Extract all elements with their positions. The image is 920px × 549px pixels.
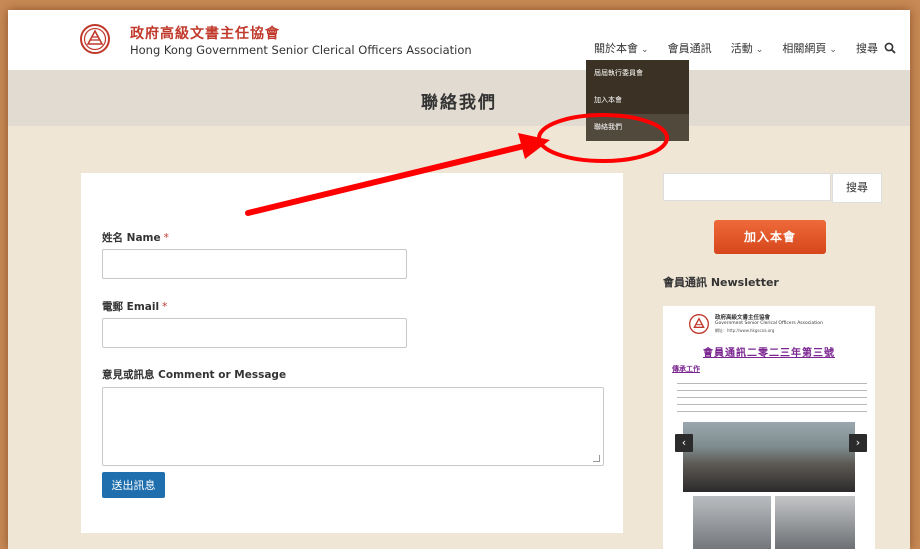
required-mark: * [163,232,169,244]
email-field-label: 電郵 Email * [102,299,167,314]
newsletter-org-zh: 政府高級文書主任協會 [715,315,771,321]
newsletter-body-text [677,380,867,412]
dropdown-item-join[interactable]: 加入本會 [586,87,689,114]
submit-button[interactable]: 送出訊息 [102,472,165,498]
dropdown-item-contact-us[interactable]: 聯絡我們 [586,114,689,141]
about-dropdown-menu: 屆屆執行委員會 加入本會 聯絡我們 [586,60,689,141]
name-input[interactable] [102,249,407,279]
newsletter-heading: 會員通訊 Newsletter [663,276,779,289]
nav-item-related-links[interactable]: 相關網頁 ⌄ [782,40,837,56]
sidebar-search-input[interactable] [663,173,831,201]
newsletter-photo [693,496,771,549]
required-mark: * [162,301,168,313]
page-title-bar: 聯絡我們 [8,70,910,126]
newsletter-org-en: Government Senior Clerical Officers Asso… [715,321,823,326]
name-label-text: 姓名 Name [102,232,161,244]
name-field-label: 姓名 Name * [102,230,169,245]
chevron-down-icon: ⌄ [641,45,649,55]
nav-item-label: 會員通訊 [667,42,712,55]
newsletter-group-photo [683,422,855,492]
resize-handle[interactable] [593,455,600,462]
contact-form-card: 姓名 Name * 電郵 Email * 意見或訊息 Comment or Mess… [81,173,623,533]
dropdown-item-committee[interactable]: 屆屆執行委員會 [586,60,689,87]
join-association-button[interactable]: 加入本會 [714,220,826,254]
newsletter-photo [775,496,855,549]
nav-item-newsletter[interactable]: 會員通訊 [668,40,712,56]
search-icon [884,42,896,54]
association-logo[interactable] [80,24,110,54]
newsletter-logo [689,314,709,334]
sidebar-search-button[interactable]: 搜尋 [832,173,882,203]
site-header: 政府高級文書主任協會 Hong Kong Government Senior C… [8,10,910,70]
email-label-text: 電郵 Email [102,301,160,313]
annotation-arrowhead [518,133,550,159]
nav-search[interactable]: 搜尋 [856,40,896,56]
main-nav: 關於本會 ⌄ 會員通訊 活動 ⌄ 相關網頁 ⌄ 搜尋 [594,37,910,55]
newsletter-issue-title: 會員通訊二零二三年第三號 [703,348,835,359]
message-textarea[interactable] [102,387,604,466]
org-name-en[interactable]: Hong Kong Government Senior Clerical Off… [130,43,472,57]
nav-item-about[interactable]: 關於本會 ⌄ [594,40,649,56]
newsletter-carousel[interactable]: 政府高級文書主任協會 Government Senior Clerical Of… [663,306,875,549]
browser-page: 政府高級文書主任協會 Hong Kong Government Senior C… [8,10,910,549]
carousel-prev-button[interactable]: ‹ [675,434,693,452]
carousel-next-button[interactable]: › [849,434,867,452]
nav-item-label: 相關網頁 [782,42,827,55]
email-input[interactable] [102,318,407,348]
message-field-label: 意見或訊息 Comment or Message [102,369,287,381]
newsletter-section-title: 傳承工作 [672,365,700,373]
chevron-down-icon: ⌄ [755,45,764,55]
chevron-down-icon: ⌄ [829,45,837,55]
page-title: 聯絡我們 [421,93,497,113]
nav-item-activities[interactable]: 活動 ⌄ [731,40,764,56]
nav-item-label: 關於本會 [594,42,638,55]
org-name-zh[interactable]: 政府高級文書主任協會 [130,23,280,43]
nav-search-label: 搜尋 [856,42,879,55]
nav-item-label: 活動 [730,42,753,55]
newsletter-url: 網址：http://www.hkgscoa.org [715,328,775,333]
